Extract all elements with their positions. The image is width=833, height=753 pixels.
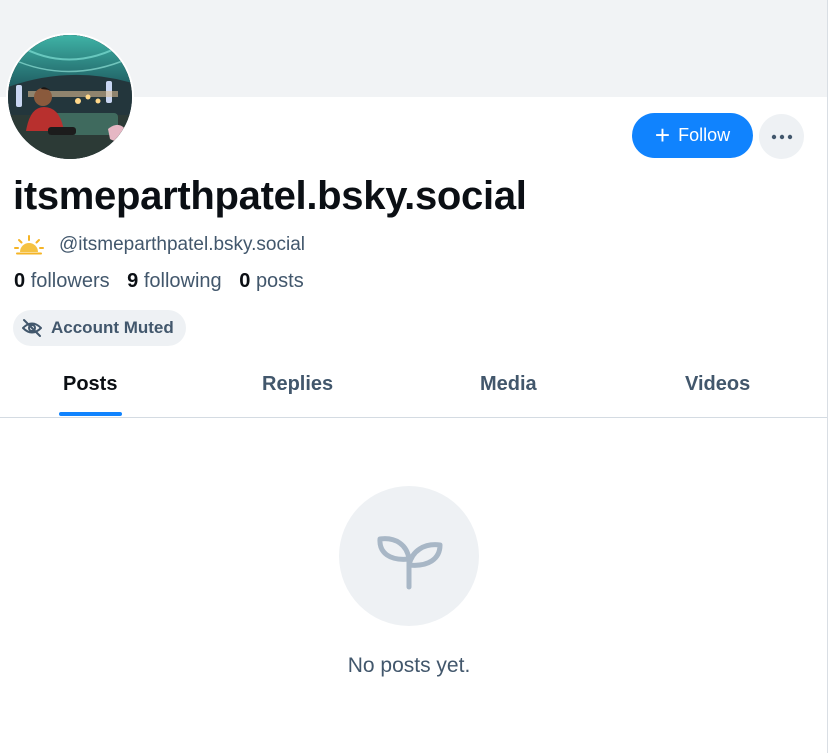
followers-stat[interactable]: 0 followers bbox=[14, 270, 110, 292]
profile-stats: 0 followers 9 following 0 posts bbox=[14, 270, 316, 293]
tab-posts[interactable]: Posts bbox=[63, 373, 117, 396]
posts-label: posts bbox=[255, 270, 304, 292]
tab-replies[interactable]: Replies bbox=[262, 373, 333, 396]
following-stat[interactable]: 9 following bbox=[127, 270, 222, 292]
profile-page: + Follow itsmeparthpatel.bsky.social @it… bbox=[0, 0, 833, 753]
posts-stat: 0 posts bbox=[239, 270, 304, 292]
follow-button-label: Follow bbox=[678, 125, 731, 145]
seedling-icon bbox=[377, 536, 443, 590]
avatar[interactable] bbox=[6, 33, 134, 161]
empty-state-message: No posts yet. bbox=[347, 654, 471, 677]
followers-label: followers bbox=[30, 270, 110, 292]
sun-icon bbox=[14, 235, 44, 255]
active-tab-indicator bbox=[59, 412, 122, 416]
more-options-button[interactable] bbox=[759, 114, 804, 159]
eye-slash-icon bbox=[22, 319, 42, 337]
handle-row: @itsmeparthpatel.bsky.social bbox=[13, 231, 305, 259]
profile-tabs: Posts Replies Media Videos bbox=[0, 360, 827, 418]
follow-button[interactable]: + Follow bbox=[632, 113, 753, 158]
account-muted-label: Account Muted bbox=[51, 318, 174, 337]
posts-count: 0 bbox=[239, 270, 251, 292]
empty-state-icon-circle bbox=[339, 486, 479, 626]
ellipsis-icon bbox=[771, 134, 792, 139]
tab-media[interactable]: Media bbox=[480, 373, 537, 396]
tab-videos[interactable]: Videos bbox=[685, 373, 750, 396]
followers-count: 0 bbox=[14, 270, 26, 292]
profile-handle: @itsmeparthpatel.bsky.social bbox=[59, 234, 305, 255]
display-name: itsmeparthpatel.bsky.social bbox=[13, 174, 527, 218]
avatar-image bbox=[8, 35, 132, 159]
column-divider bbox=[827, 0, 828, 753]
account-muted-badge[interactable]: Account Muted bbox=[13, 310, 186, 346]
plus-icon: + bbox=[654, 119, 671, 150]
following-label: following bbox=[143, 270, 222, 292]
following-count: 9 bbox=[127, 270, 139, 292]
